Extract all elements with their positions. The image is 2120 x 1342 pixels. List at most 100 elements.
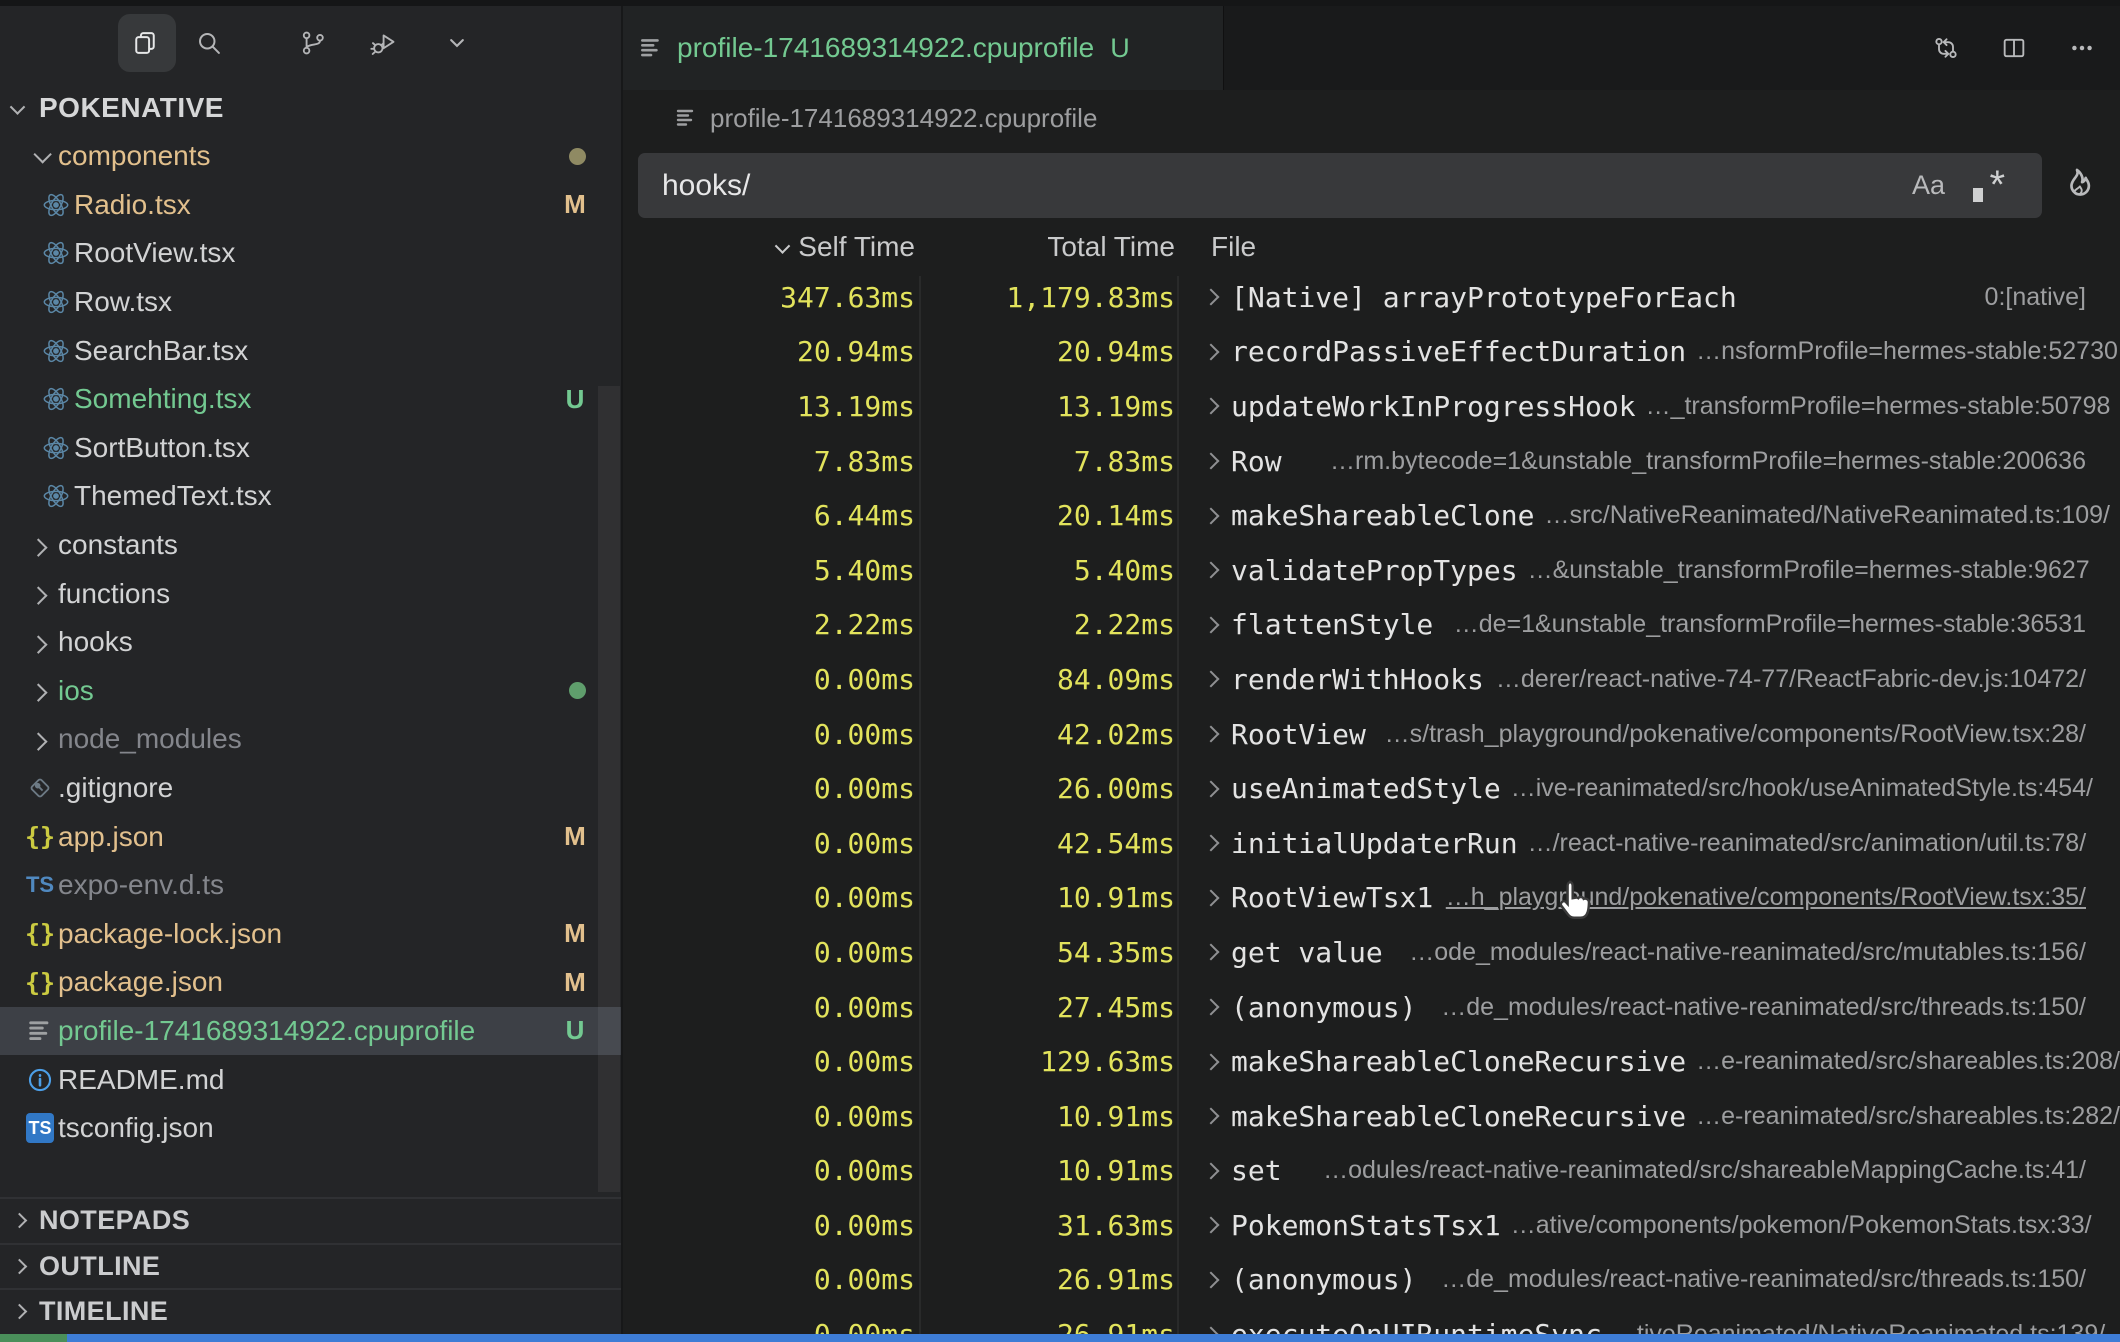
- profile-table-row-validatePropTypes[interactable]: 5.40ms 5.40ms validatePropTypes …&unstab…: [622, 543, 2120, 598]
- profile-table-row-RootViewTsx1[interactable]: 0.00ms 10.91ms RootViewTsx1 …h_playgroun…: [622, 871, 2120, 926]
- file-location-link[interactable]: …_transformProfile=hermes-stable:50798: [1646, 392, 2111, 421]
- sidebar-divider[interactable]: [621, 0, 623, 1342]
- file-location-link[interactable]: …de_modules/react-native-reanimated/src/…: [1441, 1265, 2086, 1294]
- file-location-link[interactable]: …h_playground/pokenative/components/Root…: [1446, 883, 2086, 912]
- expand-chevron-icon[interactable]: [1203, 999, 1220, 1016]
- tree-item[interactable]: .gitignore: [0, 764, 622, 813]
- profile-table-row-renderWithHooks[interactable]: 0.00ms 84.09ms renderWithHooks …derer/re…: [622, 652, 2120, 707]
- activity-item-more-views[interactable]: [430, 14, 488, 72]
- expand-chevron-icon[interactable]: [1203, 671, 1220, 688]
- tree-item[interactable]: components: [0, 132, 622, 181]
- tree-item[interactable]: README.md: [0, 1055, 622, 1104]
- expand-chevron-icon[interactable]: [1203, 398, 1220, 415]
- activity-item-search[interactable]: [182, 14, 240, 72]
- flame-graph-button[interactable]: [2054, 162, 2100, 208]
- profile-table-row-makeShareableCloneRecursive[interactable]: 0.00ms 10.91ms makeShareableCloneRecursi…: [622, 1089, 2120, 1144]
- expand-chevron-icon[interactable]: [1203, 1162, 1220, 1179]
- status-remote-segment[interactable]: [0, 1334, 67, 1342]
- file-location-link[interactable]: …nsformProfile=hermes-stable:52730: [1696, 337, 2118, 366]
- tree-item[interactable]: hooks: [0, 618, 622, 667]
- file-location-link[interactable]: …derer/react-native-74-77/ReactFabric-de…: [1496, 665, 2086, 694]
- expand-chevron-icon[interactable]: [1203, 507, 1220, 524]
- profile-table-row-RootView[interactable]: 0.00ms 42.02ms RootView …s/trash_playgro…: [622, 707, 2120, 762]
- profile-table-row-makeShareableCloneRecursive[interactable]: 0.00ms 129.63ms makeShareableCloneRecurs…: [622, 1034, 2120, 1089]
- profile-table-row-useAnimatedStyle[interactable]: 0.00ms 26.00ms useAnimatedStyle …ive-rea…: [622, 761, 2120, 816]
- tree-item[interactable]: ThemedText.tsx: [0, 472, 622, 521]
- expand-chevron-icon[interactable]: [1203, 780, 1220, 797]
- profile-table-row-updateWorkInProgressHook[interactable]: 13.19ms 13.19ms updateWorkInProgressHook…: [622, 379, 2120, 434]
- tree-item[interactable]: {} app.json M: [0, 812, 622, 861]
- tab-cpuprofile[interactable]: profile-1741689314922.cpuprofile U: [622, 6, 1224, 90]
- filter-input[interactable]: [638, 153, 2042, 218]
- profile-table-row-PokemonStatsTsx1[interactable]: 0.00ms 31.63ms PokemonStatsTsx1 …ative/c…: [622, 1198, 2120, 1253]
- expand-chevron-icon[interactable]: [1203, 944, 1220, 961]
- editor-action-more-actions[interactable]: [2064, 28, 2104, 68]
- tree-item[interactable]: SearchBar.tsx: [0, 326, 622, 375]
- expand-chevron-icon[interactable]: [1203, 1053, 1220, 1070]
- column-file[interactable]: File: [1175, 231, 2120, 263]
- file-location-link[interactable]: …rm.bytecode=1&unstable_transformProfile…: [1330, 447, 2086, 476]
- tree-item[interactable]: RootView.tsx: [0, 229, 622, 278]
- sidebar-scrollbar[interactable]: [598, 386, 620, 1192]
- file-location-link[interactable]: 0:[native]: [1985, 283, 2086, 312]
- match-case-button[interactable]: Aa: [1912, 170, 1945, 201]
- expand-chevron-icon[interactable]: [1203, 616, 1220, 633]
- tree-item[interactable]: Somehting.tsx U: [0, 375, 622, 424]
- tree-item[interactable]: ios: [0, 667, 622, 716]
- editor-action-open-changes[interactable]: [1928, 28, 1968, 68]
- column-total-time[interactable]: Total Time: [1047, 231, 1175, 263]
- file-location-link[interactable]: …odules/react-native-reanimated/src/shar…: [1323, 1156, 2086, 1185]
- file-location-link[interactable]: …ode_modules/react-native-reanimated/src…: [1409, 938, 2086, 967]
- expand-chevron-icon[interactable]: [1203, 1217, 1220, 1234]
- expand-chevron-icon[interactable]: [1203, 889, 1220, 906]
- profile-table-row-(anonymous)[interactable]: 0.00ms 27.45ms (anonymous) …de_modules/r…: [622, 980, 2120, 1035]
- file-location-link[interactable]: …&unstable_transformProfile=hermes-stabl…: [1528, 556, 2090, 585]
- expand-chevron-icon[interactable]: [1203, 1271, 1220, 1288]
- sidebar-panel-header[interactable]: OUTLINE: [0, 1243, 622, 1289]
- tree-item[interactable]: {} package.json M: [0, 958, 622, 1007]
- profile-table-row-flattenStyle[interactable]: 2.22ms 2.22ms flattenStyle …de=1&unstabl…: [622, 598, 2120, 653]
- tree-item[interactable]: Radio.tsx M: [0, 181, 622, 230]
- regex-button[interactable]: *: [1971, 169, 2005, 203]
- tree-item[interactable]: TS expo-env.d.ts: [0, 861, 622, 910]
- expand-chevron-icon[interactable]: [1203, 343, 1220, 360]
- file-location-link[interactable]: …e-reanimated/src/shareables.ts:282/: [1696, 1102, 2120, 1131]
- tree-item[interactable]: constants: [0, 521, 622, 570]
- tree-item[interactable]: functions: [0, 569, 622, 618]
- profile-table-row-recordPassiveEffectDuration[interactable]: 20.94ms 20.94ms recordPassiveEffectDurat…: [622, 325, 2120, 380]
- file-location-link[interactable]: …e-reanimated/src/shareables.ts:208/: [1696, 1047, 2120, 1076]
- tree-item[interactable]: TS tsconfig.json: [0, 1104, 622, 1153]
- status-main-segment[interactable]: [67, 1334, 2120, 1342]
- tree-item[interactable]: SortButton.tsx: [0, 424, 622, 473]
- profile-table-row-makeShareableClone[interactable]: 6.44ms 20.14ms makeShareableClone …src/N…: [622, 488, 2120, 543]
- tree-item[interactable]: Row.tsx: [0, 278, 622, 327]
- profile-table-row-(anonymous)[interactable]: 0.00ms 26.91ms (anonymous) …de_modules/r…: [622, 1253, 2120, 1308]
- editor-action-split-editor[interactable]: [1996, 28, 2036, 68]
- sidebar-panel-header[interactable]: NOTEPADS: [0, 1197, 622, 1243]
- breadcrumb[interactable]: profile-1741689314922.cpuprofile: [622, 90, 2120, 146]
- file-location-link[interactable]: …de_modules/react-native-reanimated/src/…: [1441, 993, 2086, 1022]
- profile-table-row-Row[interactable]: 7.83ms 7.83ms Row …rm.bytecode=1&unstabl…: [622, 434, 2120, 489]
- expand-chevron-icon[interactable]: [1203, 726, 1220, 743]
- profile-table-row-initialUpdaterRun[interactable]: 0.00ms 42.54ms initialUpdaterRun …/react…: [622, 816, 2120, 871]
- tree-item[interactable]: {} package-lock.json M: [0, 910, 622, 959]
- column-self-time[interactable]: Self Time: [777, 231, 915, 263]
- file-location-link[interactable]: …src/NativeReanimated/NativeReanimated.t…: [1544, 501, 2110, 530]
- tree-item[interactable]: node_modules: [0, 715, 622, 764]
- expand-chevron-icon[interactable]: [1203, 289, 1220, 306]
- project-header[interactable]: POKENATIVE: [0, 84, 622, 132]
- file-location-link[interactable]: …ive-reanimated/src/hook/useAnimatedStyl…: [1511, 774, 2093, 803]
- activity-item-source-control[interactable]: [286, 14, 344, 72]
- expand-chevron-icon[interactable]: [1203, 453, 1220, 470]
- file-location-link[interactable]: …/react-native-reanimated/src/animation/…: [1528, 829, 2087, 858]
- activity-item-run-and-debug[interactable]: [356, 14, 414, 72]
- expand-chevron-icon[interactable]: [1203, 562, 1220, 579]
- profile-table-row-get value[interactable]: 0.00ms 54.35ms get value …ode_modules/re…: [622, 925, 2120, 980]
- sidebar-panel-header[interactable]: TIMELINE: [0, 1288, 622, 1334]
- file-location-link[interactable]: …s/trash_playground/pokenative/component…: [1385, 720, 2086, 749]
- tree-item[interactable]: profile-1741689314922.cpuprofile U: [0, 1007, 622, 1056]
- expand-chevron-icon[interactable]: [1203, 1108, 1220, 1125]
- profile-table-row-set[interactable]: 0.00ms 10.91ms set …odules/react-native-…: [622, 1144, 2120, 1199]
- profile-table-row-[Native] arrayPrototypeForEach[interactable]: 347.63ms 1,179.83ms [Native] arrayProtot…: [622, 270, 2120, 325]
- expand-chevron-icon[interactable]: [1203, 835, 1220, 852]
